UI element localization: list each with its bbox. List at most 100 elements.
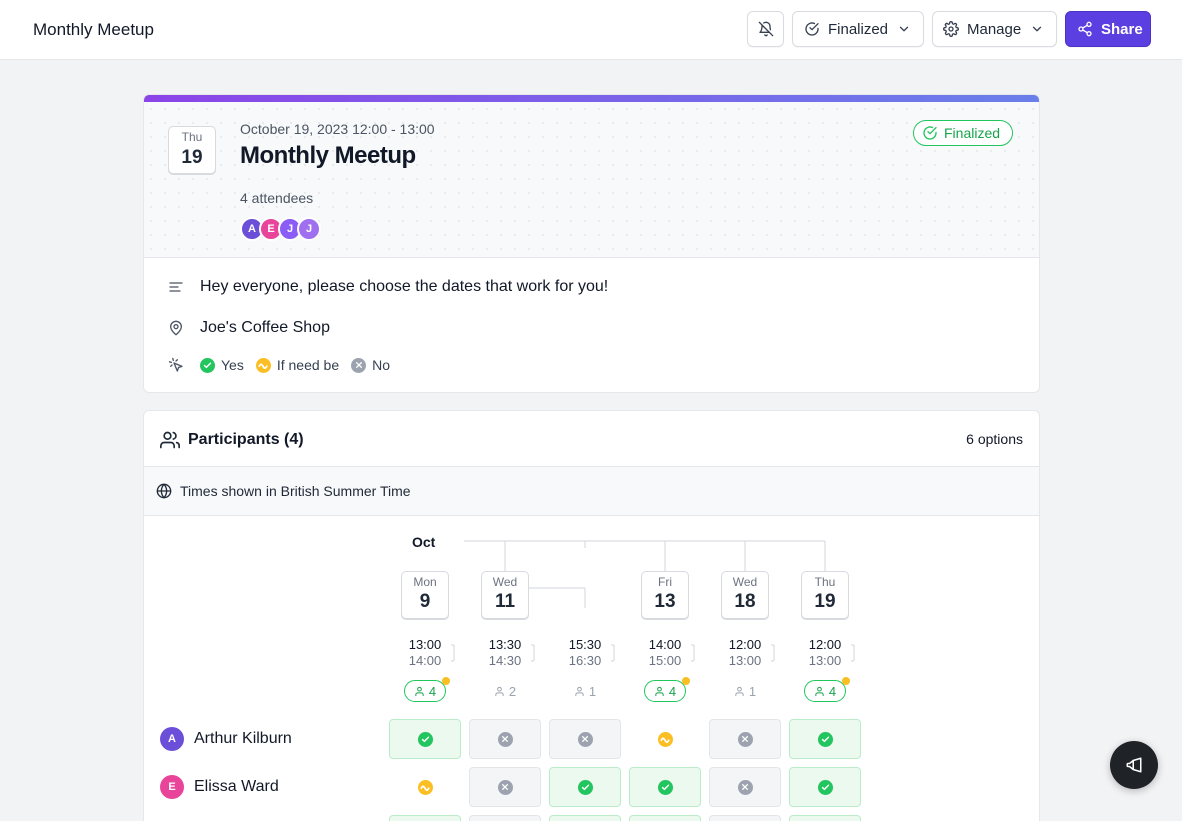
share-icon (1078, 21, 1092, 37)
participant-vote-cell (549, 815, 621, 821)
option-day: 11 (494, 591, 516, 612)
event-datetime: October 19, 2023 12:00 - 13:00 (240, 121, 435, 137)
avatar: J (297, 217, 321, 241)
legend-yes-label: Yes (221, 357, 244, 373)
participant-vote-cell (709, 719, 781, 759)
user-icon (815, 686, 824, 696)
option-times: 14:00 15:00 (629, 637, 701, 669)
option-times: 13:00 14:00 (389, 637, 461, 669)
option-end-time: 14:00 (408, 653, 442, 668)
participant-vote-cell (789, 815, 861, 821)
option-day: 19 (814, 591, 836, 612)
user-icon (575, 686, 584, 696)
share-button-label: Share (1101, 20, 1143, 38)
participant-vote-cell (709, 767, 781, 807)
option-start-time: 12:00 (728, 637, 762, 652)
participant-vote-cell (469, 767, 541, 807)
participant-vote-cell (789, 767, 861, 807)
x-icon (497, 779, 513, 795)
gear-icon (943, 21, 959, 37)
vote-legend: Yes If need be No (168, 357, 402, 373)
status-badge-label: Finalized (944, 125, 1001, 141)
status-dropdown-label: Finalized (828, 20, 889, 38)
text-align-left-icon (168, 279, 184, 295)
check-circle-icon (923, 126, 937, 140)
option-start-time: 13:00 (408, 637, 442, 652)
manage-dropdown-label: Manage (967, 20, 1022, 38)
event-description-row: Hey everyone, please choose the dates th… (168, 278, 608, 296)
participant-vote-cell (789, 719, 861, 759)
wavy-icon (417, 779, 433, 795)
check-icon (417, 731, 433, 747)
participant-vote-cell (629, 767, 701, 807)
share-button[interactable]: Share (1065, 11, 1151, 47)
check-icon (657, 779, 673, 795)
avatar: E (160, 775, 184, 799)
event-date-dow: Thu (181, 130, 203, 144)
option-vote-count: 4 (804, 677, 850, 702)
option-end-time: 15:00 (648, 653, 682, 668)
status-badge: Finalized (913, 120, 1014, 146)
option-dow: Mon (413, 575, 437, 589)
feedback-button[interactable] (1110, 741, 1158, 789)
participant-vote-cell (629, 719, 701, 759)
option-grouping-lines (451, 540, 855, 662)
notifications-button[interactable] (747, 11, 784, 47)
chevron-down-icon (899, 26, 909, 32)
user-icon (495, 686, 504, 696)
option-times: 15:30 16:30 (549, 637, 621, 669)
participant-vote-cell (469, 719, 541, 759)
legend-ifneedbe: If need be (255, 357, 340, 373)
legend-ifneedbe-label: If need be (276, 357, 340, 373)
bell-off-icon (758, 21, 773, 37)
participant-row: A Arthur Kilburn (160, 719, 292, 759)
pending-dot (842, 677, 850, 685)
option-times: 12:00 13:00 (709, 637, 781, 669)
option-day: 13 (654, 591, 676, 612)
map-pin-icon (168, 320, 184, 336)
legend-no: No (351, 357, 390, 373)
chevron-down-icon (1032, 26, 1042, 32)
option-end-time: 16:30 (568, 653, 602, 668)
option-vote-count-value: 1 (588, 683, 597, 699)
status-dropdown[interactable]: Finalized (792, 11, 924, 47)
option-start-time: 14:00 (648, 637, 682, 652)
option-dow: Wed (732, 575, 758, 589)
legend-yes: Yes (200, 357, 244, 373)
wavy-icon (255, 357, 271, 373)
legend-no-label: No (372, 357, 391, 373)
participant-vote-cell (469, 815, 541, 821)
option-vote-count: 4 (404, 677, 450, 702)
option-vote-count-value: 4 (428, 683, 437, 699)
option-date-badge: Fri 13 (641, 571, 689, 619)
participant-vote-cell (389, 815, 461, 821)
event-title: Monthly Meetup (240, 142, 416, 169)
check-circle-icon (805, 22, 819, 36)
manage-dropdown[interactable]: Manage (932, 11, 1057, 47)
x-icon (577, 731, 593, 747)
participant-vote-cell (549, 719, 621, 759)
option-times: 12:00 13:00 (789, 637, 861, 669)
check-icon (817, 731, 833, 747)
option-day: 9 (419, 591, 431, 612)
option-date-badge: Mon 9 (401, 571, 449, 619)
option-date-badge: Wed 11 (481, 571, 529, 619)
megaphone-icon (1126, 757, 1142, 773)
user-icon (735, 686, 744, 696)
event-date-day: 19 (181, 147, 203, 168)
option-times: 13:30 14:30 (469, 637, 541, 669)
participant-name: Arthur Kilburn (194, 730, 292, 747)
option-dow: Wed (492, 575, 518, 589)
option-end-time: 14:30 (488, 653, 522, 668)
option-start-time: 13:30 (488, 637, 522, 652)
option-vote-count: 4 (644, 677, 690, 702)
check-icon (817, 779, 833, 795)
option-vote-count-value: 4 (668, 683, 677, 699)
event-description: Hey everyone, please choose the dates th… (200, 278, 609, 295)
option-end-time: 13:00 (728, 653, 762, 668)
check-icon (577, 779, 593, 795)
option-vote-count: 2 (490, 680, 520, 702)
user-icon (415, 686, 424, 696)
top-bar: Monthly Meetup Finalized Manage Share (0, 0, 1182, 60)
option-date-badge: Wed 18 (721, 571, 769, 619)
